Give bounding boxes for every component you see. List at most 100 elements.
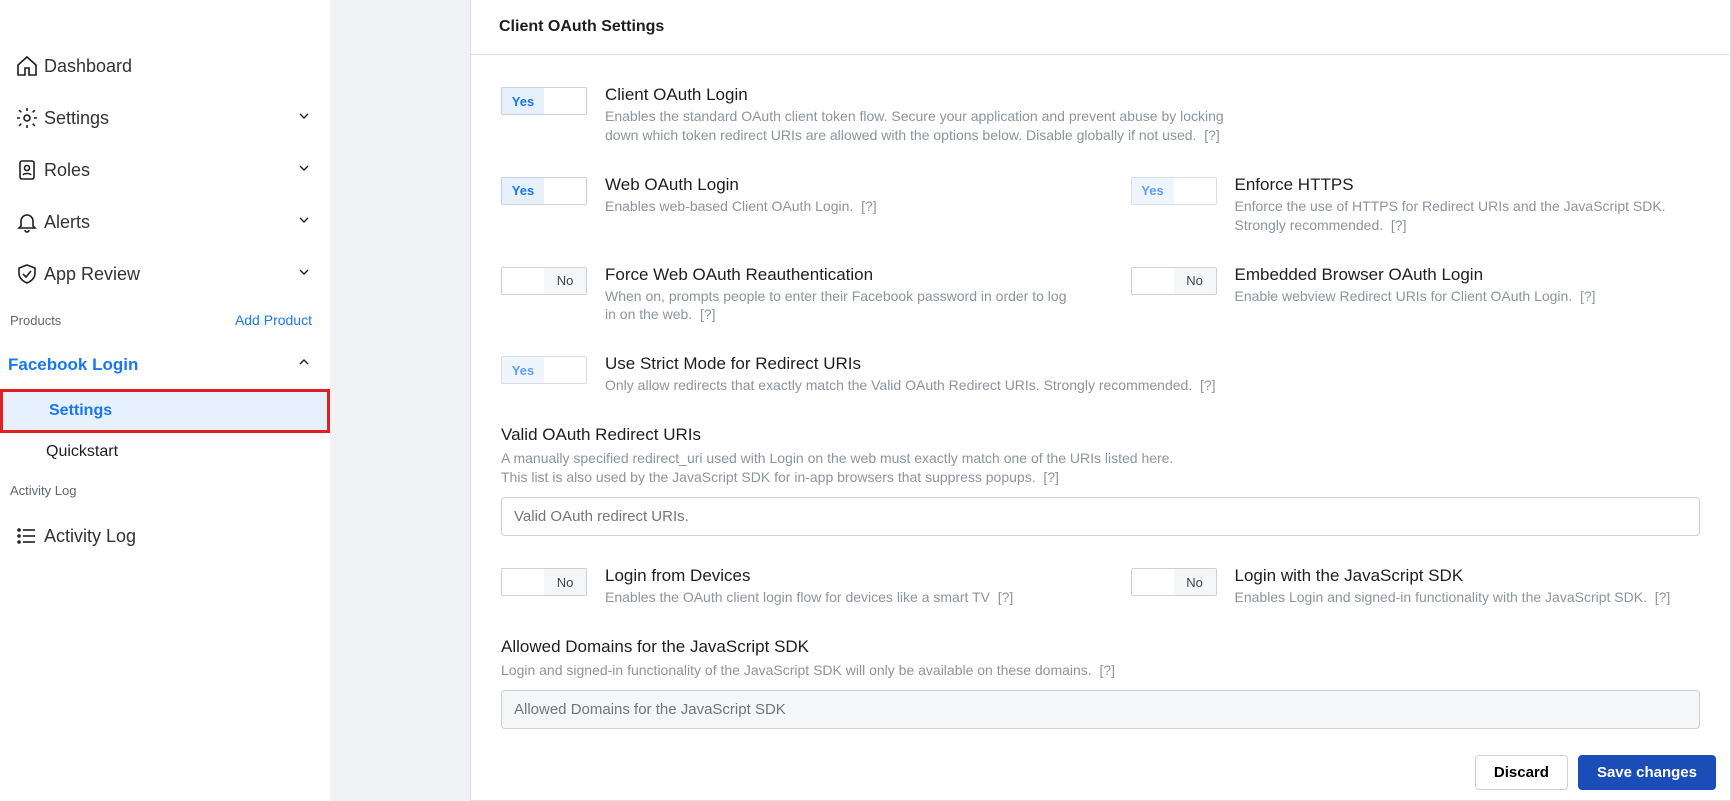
list-icon <box>10 524 44 548</box>
toggle-yes: Yes <box>502 357 544 383</box>
toggle-no: No <box>544 569 586 595</box>
chevron-down-icon <box>296 108 312 129</box>
product-subitems: Settings Quickstart <box>0 389 330 471</box>
toggle-no: No <box>544 178 586 204</box>
products-label: Products <box>10 313 61 328</box>
app-root: Dashboard Settings Roles Alerts App Revi… <box>0 0 1731 801</box>
toggle-yes: Yes <box>1132 569 1174 595</box>
help-icon[interactable]: [?] <box>861 198 877 214</box>
toggle-no: No <box>544 268 586 294</box>
help-icon[interactable]: [?] <box>700 306 716 322</box>
bell-icon <box>10 210 44 234</box>
setting-desc-enforce-https: Enforce the use of HTTPS for Redirect UR… <box>1235 197 1701 235</box>
field-title-redirect-uris: Valid OAuth Redirect URIs <box>501 425 1700 445</box>
badge-icon <box>10 158 44 182</box>
redirect-uris-input[interactable] <box>501 497 1700 536</box>
chevron-down-icon <box>296 160 312 181</box>
sidebar-item-label: Dashboard <box>44 56 132 77</box>
setting-title-strict-mode: Use Strict Mode for Redirect URIs <box>605 354 1700 374</box>
settings-content: Yes No Client OAuth Login Enables the st… <box>471 55 1730 800</box>
chevron-up-icon <box>296 354 312 375</box>
setting-desc-login-js-sdk: Enables Login and signed-in functionalit… <box>1235 588 1701 607</box>
field-title-allowed-domains: Allowed Domains for the JavaScript SDK <box>501 637 1700 657</box>
sidebar-item-label: Alerts <box>44 212 90 233</box>
sidebar-item-label: Activity Log <box>44 526 136 547</box>
toggle-login-devices[interactable]: Yes No <box>501 568 587 596</box>
toggle-yes: Yes <box>502 569 544 595</box>
help-icon[interactable]: [?] <box>1043 469 1059 485</box>
toggle-strict-mode: Yes No <box>501 356 587 384</box>
sidebar-item-roles[interactable]: Roles <box>0 144 330 196</box>
chevron-down-icon <box>296 264 312 285</box>
add-product-link[interactable]: Add Product <box>235 312 312 328</box>
activity-log-header: Activity Log <box>0 471 330 510</box>
main-panel: Client OAuth Settings Yes No Client OAut… <box>470 0 1731 801</box>
toggle-yes: Yes <box>1132 178 1174 204</box>
setting-desc-embedded: Enable webview Redirect URIs for Client … <box>1235 287 1701 306</box>
save-button[interactable]: Save changes <box>1578 755 1716 790</box>
product-subitem-settings[interactable]: Settings <box>0 389 330 433</box>
setting-desc-strict-mode: Only allow redirects that exactly match … <box>605 376 1700 395</box>
setting-desc-force-reauth: When on, prompts people to enter their F… <box>605 287 1071 325</box>
toggle-force-reauth[interactable]: Yes No <box>501 267 587 295</box>
products-header: Products Add Product <box>0 300 330 340</box>
toggle-login-js-sdk[interactable]: Yes No <box>1131 568 1217 596</box>
home-icon <box>10 54 44 78</box>
discard-button[interactable]: Discard <box>1475 755 1568 790</box>
toggle-yes: Yes <box>502 268 544 294</box>
setting-title-client-oauth: Client OAuth Login <box>605 85 1241 105</box>
sidebar-item-label: Roles <box>44 160 90 181</box>
sidebar-item-dashboard[interactable]: Dashboard <box>0 40 330 92</box>
toggle-no: No <box>1174 178 1216 204</box>
sidebar-item-activity-log[interactable]: Activity Log <box>0 510 330 562</box>
content-gutter <box>330 0 470 801</box>
help-icon[interactable]: [?] <box>1200 377 1216 393</box>
sidebar-item-label: Settings <box>44 108 109 129</box>
product-subitem-quickstart[interactable]: Quickstart <box>0 433 330 471</box>
sidebar-item-alerts[interactable]: Alerts <box>0 196 330 248</box>
sidebar: Dashboard Settings Roles Alerts App Revi… <box>0 0 330 801</box>
toggle-no: No <box>544 357 586 383</box>
setting-desc-web-oauth: Enables web-based Client OAuth Login. [?… <box>605 197 1071 216</box>
toggle-no: No <box>1174 268 1216 294</box>
help-icon[interactable]: [?] <box>1099 662 1115 678</box>
product-label: Facebook Login <box>8 355 138 375</box>
setting-title-enforce-https: Enforce HTTPS <box>1235 175 1701 195</box>
sidebar-item-label: App Review <box>44 264 140 285</box>
setting-desc-login-devices: Enables the OAuth client login flow for … <box>605 588 1071 607</box>
setting-desc-client-oauth: Enables the standard OAuth client token … <box>605 107 1241 145</box>
toggle-yes: Yes <box>502 88 544 114</box>
allowed-domains-input[interactable] <box>501 690 1700 729</box>
subitem-label: Settings <box>49 402 112 419</box>
setting-title-embedded: Embedded Browser OAuth Login <box>1235 265 1701 285</box>
help-icon[interactable]: [?] <box>1391 217 1407 233</box>
field-desc-allowed-domains: Login and signed-in functionality of the… <box>501 661 1700 680</box>
toggle-no: No <box>1174 569 1216 595</box>
setting-title-login-devices: Login from Devices <box>605 566 1071 586</box>
toggle-client-oauth[interactable]: Yes No <box>501 87 587 115</box>
chevron-down-icon <box>296 212 312 233</box>
setting-title-login-js-sdk: Login with the JavaScript SDK <box>1235 566 1701 586</box>
redirect-uris-block: Valid OAuth Redirect URIs A manually spe… <box>501 425 1700 536</box>
product-facebook-login[interactable]: Facebook Login <box>0 340 330 389</box>
toggle-embedded[interactable]: Yes No <box>1131 267 1217 295</box>
setting-title-force-reauth: Force Web OAuth Reauthentication <box>605 265 1071 285</box>
toggle-no: No <box>544 88 586 114</box>
help-icon[interactable]: [?] <box>1580 288 1596 304</box>
subitem-label: Quickstart <box>46 443 118 460</box>
help-icon[interactable]: [?] <box>1655 589 1671 605</box>
shield-check-icon <box>10 262 44 286</box>
help-icon[interactable]: [?] <box>1204 127 1220 143</box>
page-title: Client OAuth Settings <box>471 0 1730 55</box>
field-desc-redirect-uris: A manually specified redirect_uri used w… <box>501 449 1700 487</box>
footer-actions: Discard Save changes <box>1475 755 1716 790</box>
toggle-web-oauth[interactable]: Yes No <box>501 177 587 205</box>
toggle-enforce-https: Yes No <box>1131 177 1217 205</box>
toggle-yes: Yes <box>1132 268 1174 294</box>
toggle-yes: Yes <box>502 178 544 204</box>
sidebar-item-settings[interactable]: Settings <box>0 92 330 144</box>
sidebar-item-app-review[interactable]: App Review <box>0 248 330 300</box>
allowed-domains-block: Allowed Domains for the JavaScript SDK L… <box>501 637 1700 729</box>
help-icon[interactable]: [?] <box>998 589 1014 605</box>
setting-title-web-oauth: Web OAuth Login <box>605 175 1071 195</box>
